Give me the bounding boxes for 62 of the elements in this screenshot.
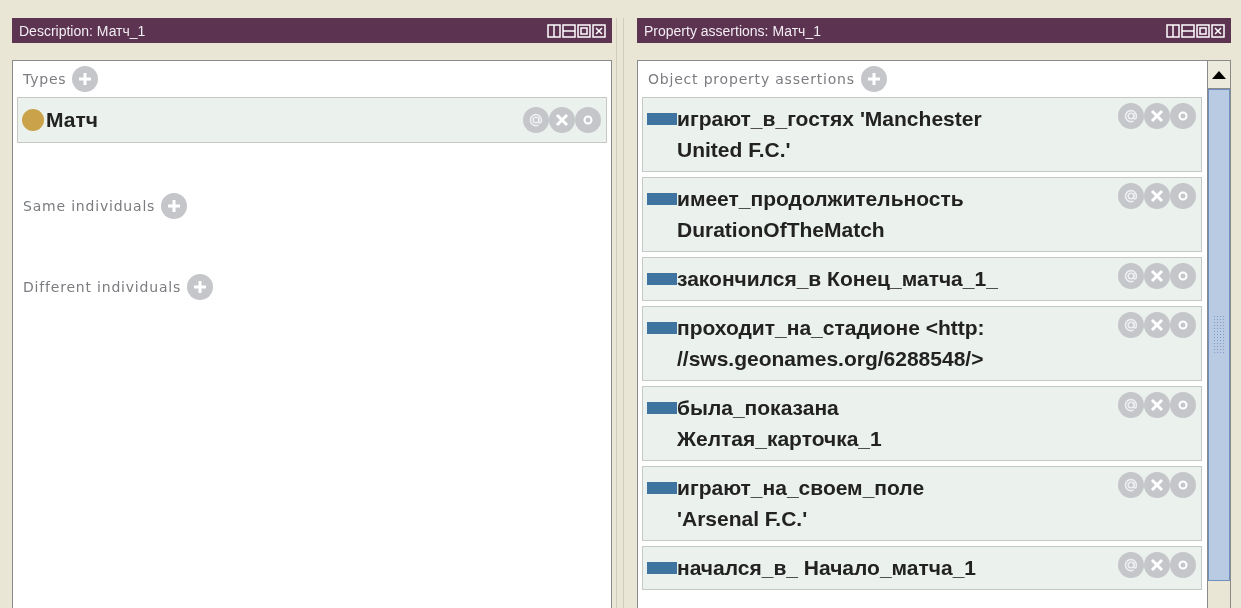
add-icon[interactable] xyxy=(72,66,99,92)
add-icon[interactable] xyxy=(161,193,188,219)
object-property-icon xyxy=(647,482,677,494)
delete-icon[interactable] xyxy=(1144,472,1170,498)
delete-icon[interactable] xyxy=(1144,312,1170,338)
panel-title: Description: Матч_1 xyxy=(19,22,146,39)
class-name: Матч xyxy=(46,107,99,133)
object-property-icon xyxy=(647,322,677,334)
object-property-icon xyxy=(647,402,677,414)
window-controls-icon[interactable] xyxy=(547,23,607,38)
add-icon[interactable] xyxy=(860,66,887,92)
assertion-text: проходит_на_стадионе <http: //sws.geonames.org/6288548/> xyxy=(677,315,986,372)
assertion-text: играют_в_гостях 'Manchester United F.C.' xyxy=(677,106,983,163)
add-icon[interactable] xyxy=(187,274,214,300)
type-entry[interactable]: Матч xyxy=(17,97,607,143)
assertion-entry[interactable]: начался_в_ Начало_матча_1 xyxy=(642,546,1202,590)
annotate-icon[interactable] xyxy=(1118,183,1144,209)
options-icon[interactable] xyxy=(1170,183,1196,209)
annotate-icon[interactable] xyxy=(1118,472,1144,498)
class-icon xyxy=(22,108,44,131)
object-property-icon xyxy=(647,273,677,285)
options-icon[interactable] xyxy=(1170,552,1196,578)
annotate-icon[interactable] xyxy=(1118,263,1144,289)
assertion-text: закончился_в Конец_матча_1_ xyxy=(677,266,999,292)
assertion-entry[interactable]: играют_в_гостях 'Manchester United F.C.' xyxy=(642,97,1202,172)
delete-icon[interactable] xyxy=(1144,103,1170,129)
assertion-entry[interactable]: была_показана Желтая_карточка_1 xyxy=(642,386,1202,461)
assertion-entry[interactable]: играют_на_своем_поле 'Arsenal F.C.' xyxy=(642,466,1202,541)
options-icon[interactable] xyxy=(1170,312,1196,338)
options-icon[interactable] xyxy=(1170,263,1196,289)
assertion-text: играют_на_своем_поле 'Arsenal F.C.' xyxy=(677,475,926,532)
options-icon[interactable] xyxy=(575,106,601,133)
section-label: Types xyxy=(23,71,67,87)
delete-icon[interactable] xyxy=(1144,392,1170,418)
section-label: Same individuals xyxy=(23,198,156,214)
annotate-icon[interactable] xyxy=(1118,392,1144,418)
delete-icon[interactable] xyxy=(1144,263,1170,289)
annotate-icon[interactable] xyxy=(523,106,549,133)
panel-title: Property assertions: Матч_1 xyxy=(644,22,821,39)
object-property-icon xyxy=(647,562,677,574)
delete-icon[interactable] xyxy=(1144,183,1170,209)
options-icon[interactable] xyxy=(1170,103,1196,129)
delete-icon[interactable] xyxy=(1144,552,1170,578)
options-icon[interactable] xyxy=(1170,472,1196,498)
splitter[interactable] xyxy=(616,18,624,608)
options-icon[interactable] xyxy=(1170,392,1196,418)
object-property-icon xyxy=(647,113,677,125)
annotate-icon[interactable] xyxy=(1118,552,1144,578)
assertion-entry[interactable]: закончился_в Конец_матча_1_ xyxy=(642,257,1202,301)
assertion-text: была_показана Желтая_карточка_1 xyxy=(677,395,883,452)
section-label: Object property assertions xyxy=(648,71,855,87)
assertion-entry[interactable]: проходит_на_стадионе <http: //sws.geonames.org/6288548/> xyxy=(642,306,1202,381)
object-property-icon xyxy=(647,193,677,205)
section-label: Different individuals xyxy=(23,279,182,295)
window-controls-icon[interactable] xyxy=(1166,23,1226,38)
annotate-icon[interactable] xyxy=(1118,103,1144,129)
assertion-text: начался_в_ Начало_матча_1 xyxy=(677,555,978,581)
delete-icon[interactable] xyxy=(549,106,575,133)
scroll-up-icon[interactable] xyxy=(1212,70,1226,79)
assertion-entry[interactable]: имеет_продолжительность DurationOfTheMatch xyxy=(642,177,1202,252)
annotate-icon[interactable] xyxy=(1118,312,1144,338)
assertion-text: имеет_продолжительность DurationOfTheMatch xyxy=(677,186,965,243)
